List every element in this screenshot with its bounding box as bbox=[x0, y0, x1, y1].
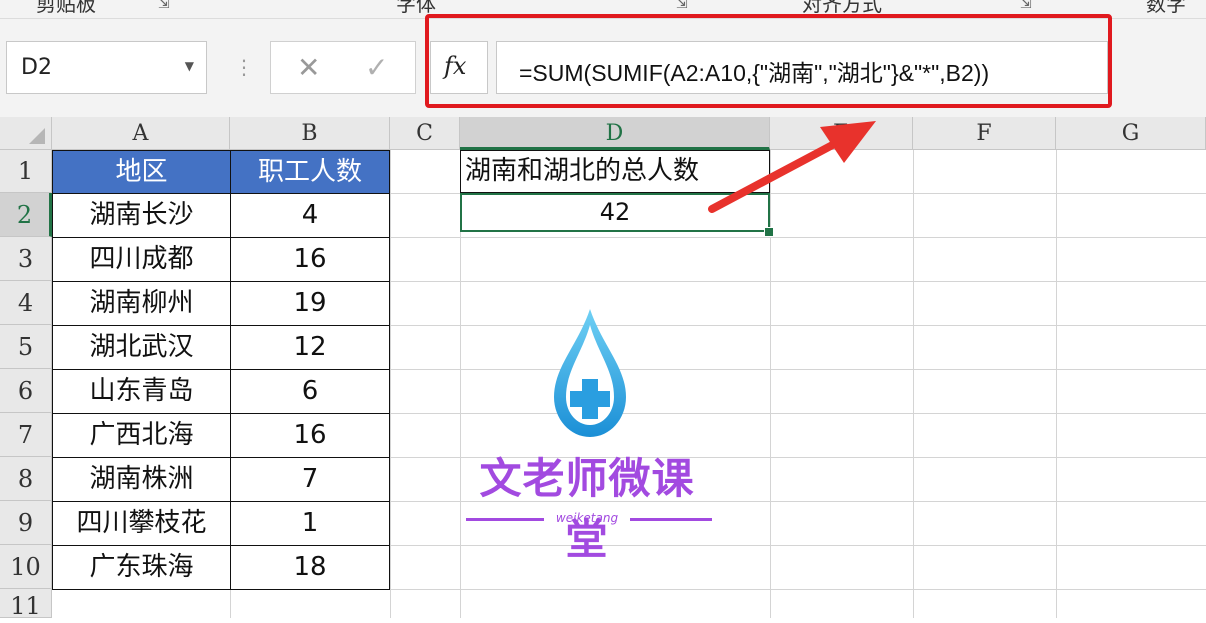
name-box[interactable]: D2 ▼ bbox=[6, 41, 207, 94]
dialog-launcher-icon[interactable]: ⇲ bbox=[1020, 0, 1032, 12]
cell-b3[interactable]: 16 bbox=[230, 237, 390, 282]
row-header-10[interactable]: 10 bbox=[0, 545, 52, 589]
cell-a6[interactable]: 山东青岛 bbox=[52, 369, 231, 414]
cell-a3[interactable]: 四川成都 bbox=[52, 237, 231, 282]
cell-a5[interactable]: 湖北武汉 bbox=[52, 325, 231, 370]
name-box-value: D2 bbox=[21, 55, 52, 80]
chevron-down-icon[interactable]: ▼ bbox=[185, 59, 194, 73]
annotation-arrow-icon bbox=[708, 121, 876, 213]
ribbon-group-number: 数字 bbox=[1146, 0, 1186, 16]
worksheet-grid[interactable]: A B C D E F G 1 2 3 4 5 6 7 8 9 10 11 地区… bbox=[0, 117, 1206, 620]
row-header-9[interactable]: 9 bbox=[0, 501, 52, 545]
gridline bbox=[390, 150, 391, 618]
dialog-launcher-icon[interactable]: ⇲ bbox=[676, 0, 688, 12]
dialog-launcher-icon[interactable]: ⇲ bbox=[158, 0, 170, 12]
watermark-sub: weiketang bbox=[555, 511, 619, 525]
cell-b6[interactable]: 6 bbox=[230, 369, 390, 414]
cell-b1[interactable]: 职工人数 bbox=[230, 150, 390, 194]
cell-a9[interactable]: 四川攀枝花 bbox=[52, 501, 231, 546]
cell-b2[interactable]: 4 bbox=[230, 193, 390, 238]
formula-buttons: ✕ ✓ bbox=[270, 41, 416, 94]
cancel-icon[interactable]: ✕ bbox=[297, 51, 320, 84]
row-header-6[interactable]: 6 bbox=[0, 369, 52, 413]
cell-b8[interactable]: 7 bbox=[230, 457, 390, 502]
cell-a4[interactable]: 湖南柳州 bbox=[52, 281, 231, 326]
cell-b9[interactable]: 1 bbox=[230, 501, 390, 546]
ribbon-group-clipboard: 剪贴板 bbox=[36, 0, 96, 16]
select-all-button[interactable] bbox=[0, 117, 52, 150]
row-header-8[interactable]: 8 bbox=[0, 457, 52, 501]
cell-a1[interactable]: 地区 bbox=[52, 150, 231, 194]
formula-highlight-box bbox=[425, 14, 1112, 108]
cell-a2[interactable]: 湖南长沙 bbox=[52, 193, 231, 238]
cell-a7[interactable]: 广西北海 bbox=[52, 413, 231, 458]
water-drop-cross-icon bbox=[554, 309, 626, 437]
column-header-c[interactable]: C bbox=[390, 117, 460, 150]
column-header-g[interactable]: G bbox=[1056, 117, 1206, 150]
row-header-11[interactable]: 11 bbox=[0, 589, 52, 620]
column-header-a[interactable]: A bbox=[52, 117, 230, 150]
row-header-4[interactable]: 4 bbox=[0, 281, 52, 325]
cell-a10[interactable]: 广东珠海 bbox=[52, 545, 231, 590]
cell-a8[interactable]: 湖南株洲 bbox=[52, 457, 231, 502]
watermark-logo: 文老师微课堂 weiketang bbox=[462, 305, 717, 564]
row-header-5[interactable]: 5 bbox=[0, 325, 52, 369]
cell-b10[interactable]: 18 bbox=[230, 545, 390, 590]
drag-handle-icon[interactable]: ⋮ bbox=[234, 55, 254, 79]
row-header-2[interactable]: 2 bbox=[0, 193, 52, 237]
row-header-7[interactable]: 7 bbox=[0, 413, 52, 457]
column-header-b[interactable]: B bbox=[230, 117, 390, 150]
watermark-brand: 文老师微课堂 bbox=[479, 454, 695, 564]
fill-handle[interactable] bbox=[764, 227, 774, 237]
cell-b7[interactable]: 16 bbox=[230, 413, 390, 458]
cell-b5[interactable]: 12 bbox=[230, 325, 390, 370]
cell-b4[interactable]: 19 bbox=[230, 281, 390, 326]
row-header-1[interactable]: 1 bbox=[0, 150, 52, 193]
row-header-3[interactable]: 3 bbox=[0, 237, 52, 281]
enter-icon[interactable]: ✓ bbox=[365, 51, 388, 84]
gridline bbox=[1056, 150, 1057, 618]
